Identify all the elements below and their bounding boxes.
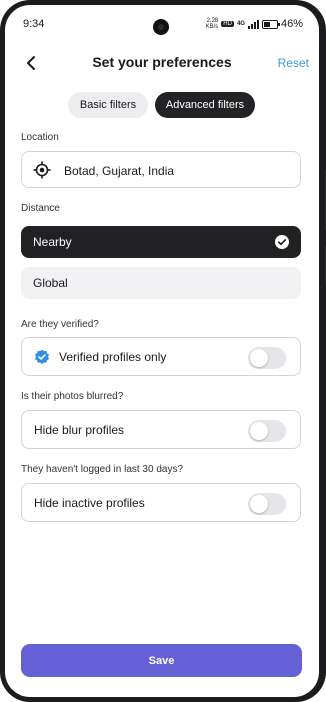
verified-badge-icon (35, 349, 49, 364)
distance-label: Distance (21, 203, 60, 214)
save-button[interactable]: Save (21, 644, 302, 677)
status-time: 9:34 (23, 18, 45, 30)
hide-inactive-label: Hide inactive profiles (34, 496, 145, 510)
location-field[interactable]: Botad, Gujarat, India (21, 151, 301, 188)
inactive-question: They haven't logged in last 30 days? (21, 464, 184, 475)
tab-basic-filters[interactable]: Basic filters (68, 92, 148, 118)
app-screen: 9:34 2.28 KB/s HD 4G 46% Set your prefer… (5, 5, 319, 697)
phone-frame: 9:34 2.28 KB/s HD 4G 46% Set your prefer… (0, 0, 326, 702)
reset-button[interactable]: Reset (278, 56, 309, 70)
toggle-knob (250, 422, 268, 440)
signal-icon (247, 19, 259, 29)
distance-option-label: Global (33, 276, 68, 290)
location-value: Botad, Gujarat, India (64, 164, 175, 178)
location-label: Location (21, 132, 59, 143)
battery-icon (261, 19, 280, 29)
distance-option-nearby[interactable]: Nearby (21, 226, 301, 258)
blurred-question: Is their photos blurred? (21, 391, 124, 402)
verified-profiles-label: Verified profiles only (59, 350, 167, 364)
verified-question: Are they verified? (21, 319, 99, 330)
network-speed-unit: KB/s (205, 24, 219, 30)
toggle-knob (250, 495, 268, 513)
network-type: 4G (236, 21, 245, 27)
hide-blur-label: Hide blur profiles (34, 423, 125, 437)
page-title: Set your preferences (92, 54, 232, 70)
hide-blur-toggle[interactable] (248, 420, 286, 442)
distance-option-global[interactable]: Global (21, 267, 301, 299)
battery-percent: 46% (280, 18, 303, 30)
page-header: Set your preferences Reset (5, 45, 319, 81)
hide-inactive-row: Hide inactive profiles (21, 483, 301, 522)
toggle-knob (250, 349, 268, 367)
status-icons: 2.28 KB/s HD 4G 46% (206, 18, 303, 30)
location-target-icon (33, 161, 51, 179)
verified-profiles-toggle[interactable] (248, 347, 286, 369)
distance-option-label: Nearby (33, 235, 72, 249)
network-speed: 2.28 KB/s (206, 18, 219, 30)
tab-advanced-filters[interactable]: Advanced filters (155, 92, 255, 118)
hd-badge: HD (221, 21, 234, 27)
verified-profiles-row: Verified profiles only (21, 337, 301, 376)
front-camera (153, 19, 169, 35)
hide-inactive-toggle[interactable] (248, 493, 286, 515)
check-circle-icon (275, 235, 289, 249)
hide-blur-row: Hide blur profiles (21, 410, 301, 449)
status-bar: 9:34 2.28 KB/s HD 4G 46% (5, 5, 319, 41)
